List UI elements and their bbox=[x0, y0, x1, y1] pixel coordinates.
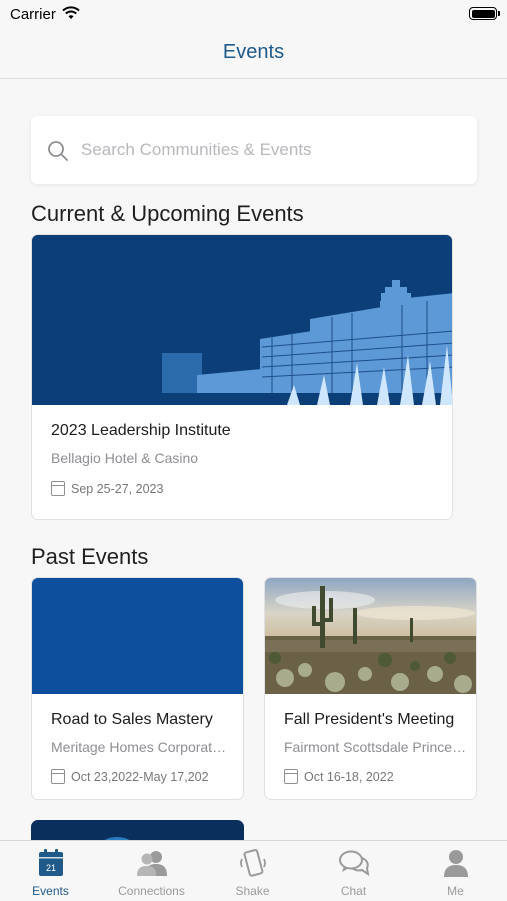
event-date-row: Oct 23,2022-May 17,202 bbox=[51, 769, 209, 784]
event-title: Fall President's Meeting bbox=[284, 711, 455, 728]
search-box[interactable] bbox=[31, 116, 477, 184]
event-card-fall-presidents-meeting[interactable]: Fall President's Meeting Fairmont Scotts… bbox=[264, 577, 477, 800]
calendar-icon bbox=[51, 481, 65, 496]
tab-me[interactable]: Me bbox=[404, 841, 507, 901]
past-events-heading: Past Events bbox=[31, 544, 149, 569]
event-venue: Bellagio Hotel & Casino bbox=[51, 450, 199, 466]
tab-events[interactable]: 21 Events bbox=[0, 841, 101, 901]
event-card-road-to-sales[interactable]: Road to Sales Mastery Meritage Homes Cor… bbox=[31, 577, 244, 800]
tab-shake[interactable]: Shake bbox=[202, 841, 303, 901]
event-banner-bellagio bbox=[32, 235, 452, 405]
calendar-icon bbox=[284, 769, 298, 784]
tab-connections[interactable]: Connections bbox=[101, 841, 202, 901]
calendar-icon: 21 bbox=[38, 849, 63, 876]
event-title: Road to Sales Mastery bbox=[51, 711, 213, 728]
tab-label: Chat bbox=[340, 884, 367, 898]
phone-shake-icon bbox=[239, 849, 266, 877]
event-card-leadership-institute[interactable]: 2023 Leadership Institute Bellagio Hotel… bbox=[31, 234, 453, 520]
tab-label: Me bbox=[447, 884, 464, 898]
battery-icon bbox=[469, 7, 500, 20]
event-date: Oct 23,2022-May 17,202 bbox=[71, 769, 209, 784]
status-bar: Carrier bbox=[0, 0, 507, 30]
page-title: Events bbox=[222, 41, 285, 63]
tab-label: Events bbox=[32, 884, 69, 898]
event-banner-blue bbox=[32, 578, 243, 694]
tab-label: Connections bbox=[118, 884, 185, 898]
navigation-bar: Events bbox=[0, 30, 507, 79]
event-venue: Meritage Homes Corporate... bbox=[51, 739, 231, 755]
event-date-row: Oct 16-18, 2022 bbox=[284, 769, 394, 784]
wifi-icon bbox=[62, 6, 80, 19]
people-icon bbox=[136, 851, 167, 876]
event-date-row: Sep 25-27, 2023 bbox=[51, 481, 163, 496]
person-icon bbox=[443, 850, 468, 877]
tab-bar: 21 Events Connections Shake Chat Me bbox=[0, 840, 507, 900]
calendar-icon bbox=[51, 769, 65, 784]
event-banner-desert bbox=[265, 578, 476, 694]
chat-bubbles-icon bbox=[338, 850, 369, 877]
search-input[interactable] bbox=[81, 140, 461, 160]
search-icon bbox=[48, 141, 68, 161]
tab-label: Shake bbox=[235, 884, 270, 898]
tab-chat[interactable]: Chat bbox=[303, 841, 404, 901]
calendar-day: 21 bbox=[45, 863, 55, 873]
event-date: Sep 25-27, 2023 bbox=[71, 481, 164, 496]
event-date: Oct 16-18, 2022 bbox=[304, 769, 394, 784]
carrier-label: Carrier bbox=[10, 6, 56, 23]
current-events-heading: Current & Upcoming Events bbox=[31, 201, 304, 226]
event-venue: Fairmont Scottsdale Princes... bbox=[284, 739, 469, 755]
event-title: 2023 Leadership Institute bbox=[51, 422, 231, 439]
